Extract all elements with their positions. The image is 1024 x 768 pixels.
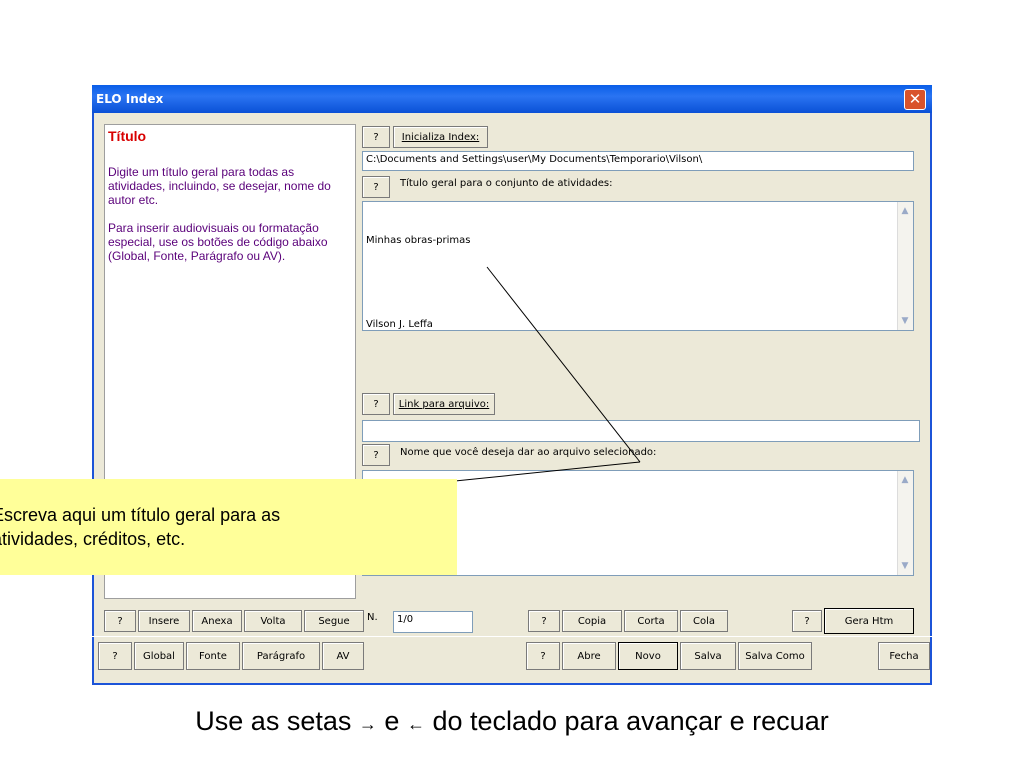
open-button[interactable]: Abre (562, 642, 616, 670)
save-as-button[interactable]: Salva Como (738, 642, 812, 670)
help-button-file[interactable]: ? (526, 642, 560, 670)
font-button[interactable]: Fonte (186, 642, 240, 670)
caption-text-1: Use as setas (195, 706, 352, 736)
help-button-generate[interactable]: ? (792, 610, 822, 632)
attach-button[interactable]: Anexa (192, 610, 242, 632)
caption-text-3: do teclado para avançar e recuar (432, 706, 829, 736)
right-arrow-icon: → (358, 714, 377, 734)
next-button[interactable]: Segue (304, 610, 364, 632)
close-button[interactable]: Fecha (878, 642, 930, 670)
help-button-edit[interactable]: ? (528, 610, 560, 632)
generate-htm-button[interactable]: Gera Htm (824, 608, 914, 634)
help-button-nav[interactable]: ? (104, 610, 136, 632)
insert-button[interactable]: Insere (138, 610, 190, 632)
n-field[interactable]: 1/0 (393, 611, 473, 633)
paste-button[interactable]: Cola (680, 610, 728, 632)
paragraph-button[interactable]: Parágrafo (242, 642, 320, 670)
n-label: N. (367, 612, 378, 623)
back-button[interactable]: Volta (244, 610, 302, 632)
slide-caption: Use as setas → e ← do teclado para avanç… (0, 706, 1024, 737)
tooltip-line-1: Escreva aqui um título geral para as (0, 505, 281, 525)
global-button[interactable]: Global (134, 642, 184, 670)
copy-button[interactable]: Copia (562, 610, 622, 632)
av-button[interactable]: AV (322, 642, 364, 670)
caption-text-2: e (384, 706, 400, 736)
tooltip-line-2: atividades, créditos, etc. (0, 529, 186, 549)
left-arrow-icon: ← (406, 714, 425, 734)
cut-button[interactable]: Corta (624, 610, 678, 632)
callout-tooltip: Escreva aqui um título geral para as ati… (0, 479, 457, 575)
new-button[interactable]: Novo (618, 642, 678, 670)
save-button[interactable]: Salva (680, 642, 736, 670)
help-button-format[interactable]: ? (98, 642, 132, 670)
